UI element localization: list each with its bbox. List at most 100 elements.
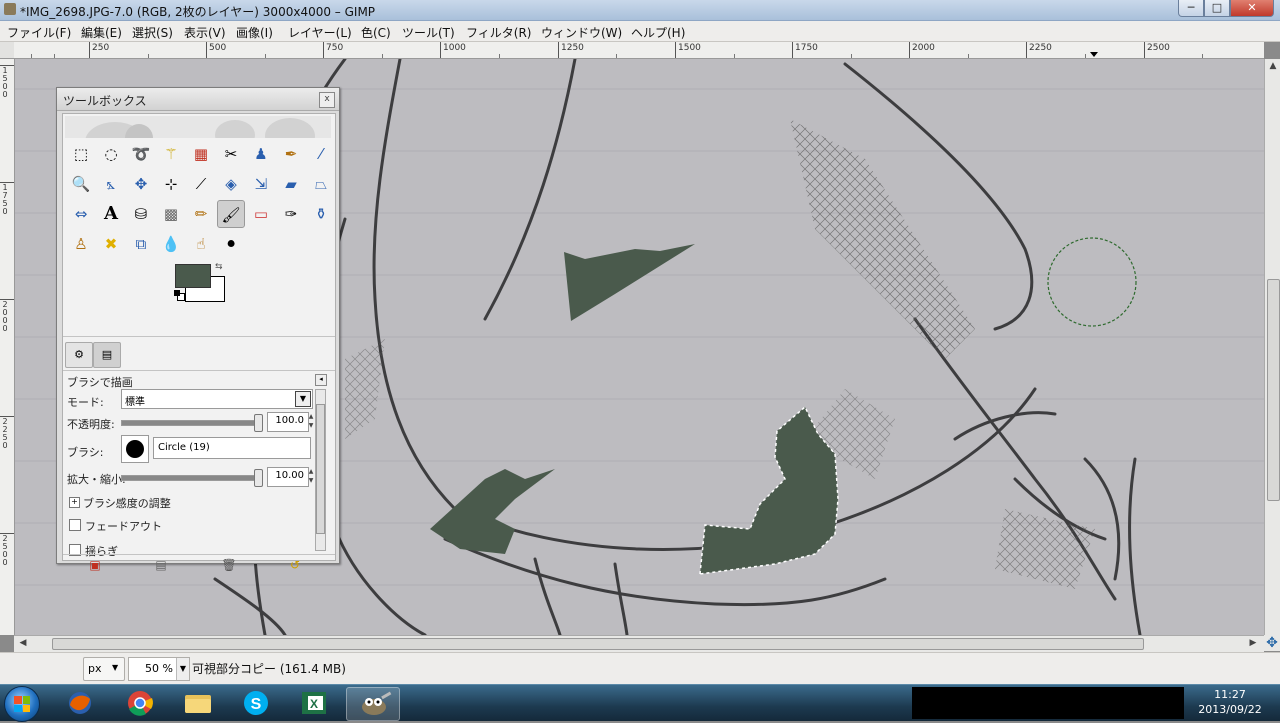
taskbar-chrome[interactable]: [114, 687, 166, 719]
smudge-icon[interactable]: ☝: [187, 230, 215, 258]
navigate-icon[interactable]: ✥: [1264, 635, 1280, 651]
swap-colors-icon[interactable]: ⇆: [215, 262, 223, 272]
unit-selector[interactable]: px ▼: [83, 657, 125, 681]
vertical-scrollbar[interactable]: ▲: [1264, 59, 1280, 635]
opacity-slider[interactable]: [121, 414, 263, 432]
configure-tab-icon[interactable]: ◂: [315, 374, 327, 386]
options-scroll-thumb[interactable]: [316, 404, 325, 534]
svg-text:S: S: [251, 696, 262, 713]
paintbrush-icon[interactable]: 🖌: [217, 200, 245, 228]
align-icon[interactable]: ⊹: [157, 170, 185, 198]
pencil-icon[interactable]: ✏: [187, 200, 215, 228]
scale-slider[interactable]: [121, 469, 263, 487]
options-scrollbar[interactable]: [315, 389, 326, 551]
ellipse-select-icon[interactable]: ◌: [97, 140, 125, 168]
pointer-marker-icon: [1090, 52, 1098, 57]
save-options-icon[interactable]: ▣: [85, 556, 105, 574]
horizontal-scroll-thumb[interactable]: [52, 638, 1144, 650]
zoom-selector[interactable]: 50 % ▼: [128, 657, 190, 681]
menu-view[interactable]: 表示(V): [184, 24, 226, 41]
horizontal-scrollbar[interactable]: ◀ ▶: [14, 635, 1264, 652]
paths-icon[interactable]: ✒: [277, 140, 305, 168]
perspective-clone-icon[interactable]: ⧉: [127, 230, 155, 258]
crop-icon[interactable]: ⟋: [187, 170, 215, 198]
rect-select-icon[interactable]: ⬚: [67, 140, 95, 168]
measure-icon[interactable]: ⦩: [97, 170, 125, 198]
scroll-up-icon[interactable]: ▲: [1265, 59, 1280, 73]
menu-file[interactable]: ファイル(F): [7, 24, 71, 41]
menu-tools[interactable]: ツール(T): [402, 24, 455, 41]
rotate-icon[interactable]: ◈: [217, 170, 245, 198]
taskbar-explorer[interactable]: [172, 687, 224, 719]
fuzzy-select-icon[interactable]: ⚚: [157, 140, 185, 168]
scissors-icon[interactable]: ✂: [217, 140, 245, 168]
text-icon[interactable]: A: [97, 200, 125, 228]
menu-windows[interactable]: ウィンドウ(W): [541, 24, 622, 41]
zoom-icon[interactable]: 🔍: [67, 170, 95, 198]
airbrush-icon[interactable]: ✑: [277, 200, 305, 228]
scale-spin-arrows-icon[interactable]: ▲ ▼: [307, 467, 315, 485]
shear-icon[interactable]: ▰: [277, 170, 305, 198]
clone-icon[interactable]: ♙: [67, 230, 95, 258]
menu-layer[interactable]: レイヤー(L): [288, 24, 352, 41]
horizontal-ruler[interactable]: 250 500 750 1000 1250 1500 1750 2000 225…: [14, 42, 1264, 59]
system-clock[interactable]: 11:27 2013/09/22: [1190, 687, 1270, 719]
foreground-select-icon[interactable]: ♟: [247, 140, 275, 168]
brush-preview[interactable]: [121, 435, 149, 463]
menu-edit[interactable]: 編集(E): [81, 24, 122, 41]
tab-tool-options[interactable]: ⚙: [65, 342, 93, 368]
ruler-corner[interactable]: [0, 42, 15, 59]
ruler-label: 250: [92, 43, 110, 53]
toolbox-close-button[interactable]: x: [319, 92, 335, 108]
menu-select[interactable]: 選択(S): [132, 24, 173, 41]
heal-icon[interactable]: ✖: [97, 230, 125, 258]
delete-options-icon[interactable]: 🗑: [219, 556, 239, 574]
vertical-scroll-thumb[interactable]: [1267, 279, 1280, 501]
opacity-slider-knob[interactable]: [254, 414, 263, 432]
opacity-spin-arrows-icon[interactable]: ▲ ▼: [307, 412, 315, 430]
minimize-button[interactable]: ─: [1178, 0, 1204, 17]
start-button[interactable]: [4, 686, 40, 722]
eraser-icon[interactable]: ▭: [247, 200, 275, 228]
restore-options-icon[interactable]: ▤: [151, 556, 171, 574]
free-select-icon[interactable]: ➰: [127, 140, 155, 168]
color-select-icon[interactable]: ▦: [187, 140, 215, 168]
scale-slider-knob[interactable]: [254, 469, 263, 487]
vertical-ruler[interactable]: 1 5 0 0 1 7 5 0 2 0 0 0 2 2 5 0 2 5 0 0: [0, 59, 15, 635]
bucket-fill-icon[interactable]: ⛁: [127, 200, 155, 228]
taskbar-skype[interactable]: S: [230, 687, 282, 719]
toolbox-titlebar[interactable]: ツールボックス x: [57, 88, 339, 111]
scroll-left-icon[interactable]: ◀: [16, 636, 30, 651]
foreground-color-swatch[interactable]: [175, 264, 211, 288]
mode-dropdown[interactable]: 標準 ▼: [121, 389, 313, 409]
move-icon[interactable]: ✥: [127, 170, 155, 198]
maximize-button[interactable]: □: [1204, 0, 1230, 17]
blur-sharpen-icon[interactable]: 💧: [157, 230, 185, 258]
dynamics-label[interactable]: ブラシ感度の調整: [83, 495, 171, 511]
scale-input[interactable]: 10.00: [267, 467, 309, 487]
perspective-icon[interactable]: ⏢: [307, 170, 335, 198]
expand-icon[interactable]: +: [69, 497, 80, 508]
close-button[interactable]: ✕: [1230, 0, 1274, 17]
taskbar-gimp[interactable]: [346, 687, 400, 721]
taskbar-firefox[interactable]: [54, 687, 106, 719]
default-colors-icon[interactable]: [174, 290, 185, 301]
brush-name-field[interactable]: Circle (19): [153, 437, 311, 459]
chevron-down-icon[interactable]: ▼: [176, 658, 189, 680]
flip-icon[interactable]: ⇔: [67, 200, 95, 228]
scale-icon[interactable]: ⇲: [247, 170, 275, 198]
dodge-burn-icon[interactable]: ⚫: [217, 230, 245, 258]
taskbar-excel[interactable]: X: [288, 687, 340, 719]
blend-icon[interactable]: ▩: [157, 200, 185, 228]
menu-image[interactable]: 画像(I): [236, 24, 273, 41]
ink-icon[interactable]: ⚱: [307, 200, 335, 228]
menu-help[interactable]: ヘルプ(H): [631, 24, 685, 41]
tab-device-status[interactable]: ▤: [93, 342, 121, 368]
scroll-right-icon[interactable]: ▶: [1246, 636, 1260, 651]
color-picker-icon[interactable]: ⁄: [307, 140, 335, 168]
menu-filters[interactable]: フィルタ(R): [466, 24, 531, 41]
opacity-input[interactable]: 100.0: [267, 412, 309, 432]
menu-colors[interactable]: 色(C): [361, 24, 391, 41]
reset-options-icon[interactable]: ↺: [285, 556, 305, 574]
fade-checkbox[interactable]: [69, 519, 81, 531]
